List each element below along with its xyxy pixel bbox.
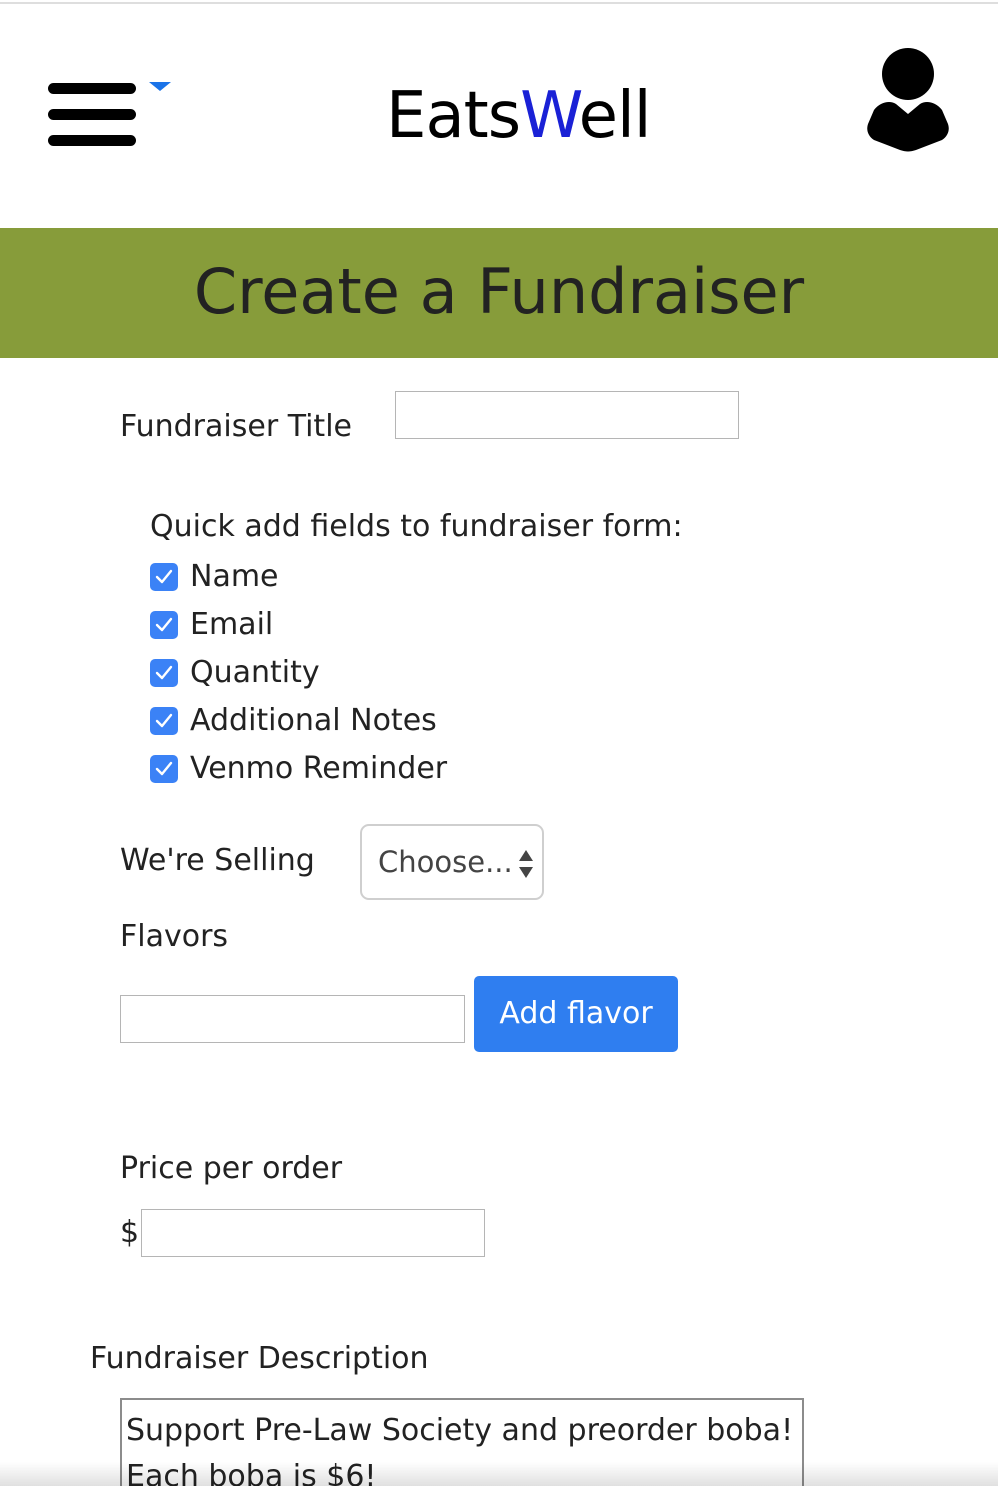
description-label: Fundraiser Description (90, 1341, 429, 1376)
checkbox-label: Venmo Reminder (190, 751, 448, 786)
description-line: Each boba is $6! (126, 1459, 377, 1486)
description-line: Support Pre-Law Society and preorder bob… (126, 1413, 794, 1448)
selling-select-value: Choose... (378, 845, 513, 879)
flavors-label: Flavors (120, 919, 229, 954)
add-flavor-button[interactable]: Add flavor (474, 976, 678, 1052)
selling-select[interactable]: Choose... (360, 824, 544, 900)
brand-prefix: Eats (386, 79, 521, 153)
currency-symbol: $ (120, 1215, 140, 1250)
hamburger-menu-icon[interactable] (48, 83, 138, 149)
checkbox-label: Quantity (190, 655, 320, 690)
checkbox-venmo-reminder[interactable]: Venmo Reminder (150, 749, 447, 789)
price-label: Price per order (120, 1151, 343, 1186)
checkbox-additional-notes[interactable]: Additional Notes (150, 701, 437, 741)
page: EatsWell Create a Fundraiser Fundraiser … (0, 0, 998, 1486)
price-input[interactable] (141, 1209, 485, 1257)
selling-label: We're Selling (120, 843, 315, 878)
brand-suffix: ell (578, 79, 652, 153)
caret-down-icon[interactable] (149, 82, 171, 91)
brand-accent: W (520, 79, 580, 153)
checkmark-icon[interactable] (150, 659, 178, 687)
menu-bar (48, 109, 136, 120)
checkbox-label: Email (190, 607, 274, 642)
checkbox-quantity[interactable]: Quantity (150, 653, 320, 693)
checkmark-icon[interactable] (150, 755, 178, 783)
fundraiser-title-input[interactable] (395, 391, 739, 439)
page-title: Create a Fundraiser (193, 255, 805, 328)
checkmark-icon[interactable] (150, 611, 178, 639)
checkbox-email[interactable]: Email (150, 605, 273, 645)
user-icon[interactable] (866, 48, 950, 152)
fundraiser-title-label: Fundraiser Title (120, 409, 352, 444)
select-arrows-icon (518, 848, 534, 880)
menu-bar (48, 83, 136, 94)
checkbox-label: Name (190, 559, 279, 594)
flavor-input[interactable] (120, 995, 465, 1043)
page-banner: Create a Fundraiser (0, 228, 998, 358)
quick-add-label: Quick add fields to fundraiser form: (150, 509, 683, 544)
menu-bar (48, 135, 136, 146)
checkmark-icon[interactable] (150, 707, 178, 735)
checkbox-name[interactable]: Name (150, 557, 279, 597)
checkbox-label: Additional Notes (190, 703, 437, 738)
top-divider (0, 2, 998, 4)
checkmark-icon[interactable] (150, 563, 178, 591)
brand-logo[interactable]: EatsWell (386, 78, 652, 154)
description-textarea[interactable]: Support Pre-Law Society and preorder bob… (120, 1398, 804, 1486)
